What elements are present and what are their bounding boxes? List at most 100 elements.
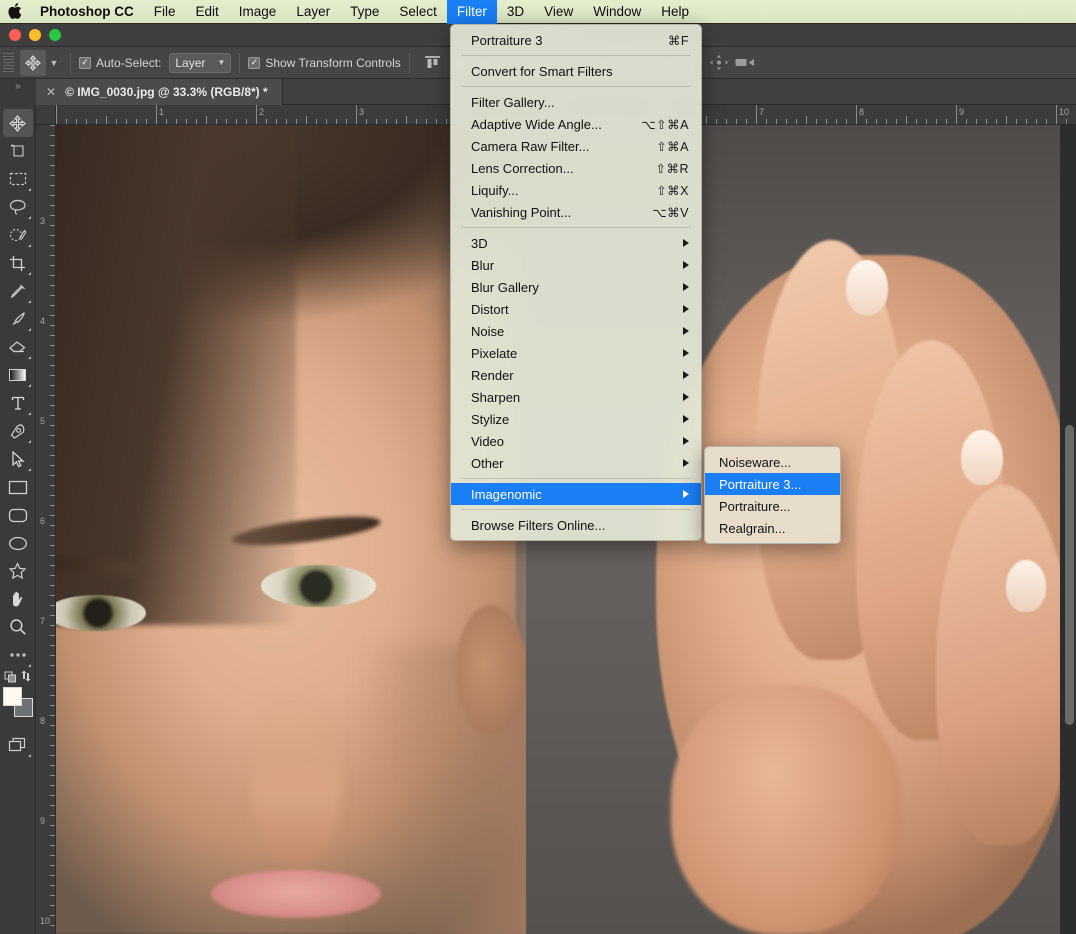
ellipse-tool[interactable] bbox=[3, 529, 33, 557]
ruler-tick bbox=[826, 119, 827, 124]
tools-panel[interactable] bbox=[0, 105, 36, 934]
ruler-label: 9 bbox=[959, 107, 965, 117]
menu-item-lens-correction[interactable]: Lens Correction... ⇧⌘R bbox=[451, 157, 701, 179]
ruler-tick bbox=[50, 205, 55, 206]
menu-item-liquify[interactable]: Liquify... ⇧⌘X bbox=[451, 179, 701, 201]
imagenomic-submenu[interactable]: Noiseware... Portraiture 3... Portraiture.… bbox=[704, 446, 841, 544]
ruler-label: 6 bbox=[40, 516, 46, 526]
menu-item-window[interactable]: Window bbox=[583, 0, 651, 24]
pen-tool[interactable] bbox=[3, 417, 33, 445]
move-tool[interactable] bbox=[2, 109, 33, 137]
menu-item-3d[interactable]: 3D bbox=[497, 0, 534, 24]
gradient-tool[interactable] bbox=[3, 361, 33, 389]
ruler-tick bbox=[50, 435, 55, 436]
quick-selection-tool[interactable] bbox=[3, 221, 33, 249]
menu-item-image[interactable]: Image bbox=[229, 0, 287, 24]
menu-item-filter[interactable]: Filter bbox=[446, 0, 497, 24]
custom-shape-tool[interactable] bbox=[3, 557, 33, 585]
menu-item-other[interactable]: Other bbox=[451, 452, 701, 474]
ruler-tick bbox=[50, 705, 55, 706]
menu-item-edit[interactable]: Edit bbox=[186, 0, 229, 24]
panel-expand-toggle[interactable]: » bbox=[0, 79, 36, 105]
brush-tool[interactable] bbox=[3, 305, 33, 333]
submenu-item-noiseware[interactable]: Noiseware... bbox=[705, 451, 840, 473]
menu-item-help[interactable]: Help bbox=[651, 0, 699, 24]
menu-item-noise[interactable]: Noise bbox=[451, 320, 701, 342]
apple-logo-icon[interactable] bbox=[0, 2, 30, 21]
3d-scale-icon[interactable] bbox=[732, 51, 758, 75]
screen-mode-tool[interactable] bbox=[3, 731, 33, 759]
3d-slide-icon[interactable] bbox=[706, 51, 732, 75]
nail-index bbox=[846, 260, 888, 315]
eyedropper-tool[interactable] bbox=[3, 277, 33, 305]
menu-item-filter-gallery[interactable]: Filter Gallery... bbox=[451, 91, 701, 113]
menu-item-stylize[interactable]: Stylize bbox=[451, 408, 701, 430]
ruler-label: 8 bbox=[40, 716, 46, 726]
flyout-triangle bbox=[27, 188, 31, 191]
menu-item-layer[interactable]: Layer bbox=[286, 0, 340, 24]
path-selection-tool[interactable] bbox=[3, 445, 33, 473]
hand-tool[interactable] bbox=[3, 585, 33, 613]
menu-item-browse-filters-online[interactable]: Browse Filters Online... bbox=[451, 514, 701, 536]
menu-item-file[interactable]: File bbox=[144, 0, 186, 24]
ruler-tick bbox=[866, 119, 867, 124]
auto-select-scope-dropdown[interactable]: Layer ▼ bbox=[169, 52, 232, 73]
rectangle-tool[interactable] bbox=[3, 473, 33, 501]
menu-item-sharpen[interactable]: Sharpen bbox=[451, 386, 701, 408]
align-top-button[interactable] bbox=[420, 51, 446, 75]
document-tab[interactable]: ✕ © IMG_0030.jpg @ 33.3% (RGB/8*) * bbox=[36, 79, 283, 105]
zoom-tool[interactable] bbox=[3, 613, 33, 641]
menu-item-portraiture-3[interactable]: Portraiture 3 ⌘F bbox=[451, 29, 701, 51]
menu-item-view[interactable]: View bbox=[534, 0, 583, 24]
crop-tool[interactable] bbox=[3, 249, 33, 277]
ruler-tick bbox=[896, 119, 897, 124]
submenu-item-label: Portraiture... bbox=[719, 498, 791, 514]
menu-item-distort[interactable]: Distort bbox=[451, 298, 701, 320]
options-bar-grip[interactable] bbox=[3, 52, 14, 73]
menu-item-3d[interactable]: 3D bbox=[451, 232, 701, 254]
zoom-button[interactable] bbox=[49, 29, 61, 41]
minimize-button[interactable] bbox=[29, 29, 41, 41]
vertical-ruler[interactable]: 3 4 5 6 7 8 9 10 bbox=[36, 125, 56, 934]
foreground-color-swatch[interactable] bbox=[2, 687, 22, 706]
menu-item-adaptive-wide-angle[interactable]: Adaptive Wide Angle... ⌥⇧⌘A bbox=[451, 113, 701, 135]
submenu-item-realgrain[interactable]: Realgrain... bbox=[705, 517, 840, 539]
menu-item-vanishing-point[interactable]: Vanishing Point... ⌥⌘V bbox=[451, 201, 701, 223]
lasso-tool[interactable] bbox=[3, 193, 33, 221]
menu-item-select[interactable]: Select bbox=[389, 0, 447, 24]
menu-item-imagenomic[interactable]: Imagenomic bbox=[451, 483, 701, 505]
submenu-item-portraiture-3[interactable]: Portraiture 3... bbox=[705, 473, 840, 495]
menu-item-video[interactable]: Video bbox=[451, 430, 701, 452]
submenu-item-portraiture[interactable]: Portraiture... bbox=[705, 495, 840, 517]
type-tool[interactable] bbox=[3, 389, 33, 417]
eraser-tool[interactable] bbox=[3, 333, 33, 361]
artboard-tool[interactable] bbox=[3, 137, 33, 165]
menu-item-blur[interactable]: Blur bbox=[451, 254, 701, 276]
menu-item-pixelate[interactable]: Pixelate bbox=[451, 342, 701, 364]
rounded-rectangle-tool[interactable] bbox=[3, 501, 33, 529]
close-button[interactable] bbox=[9, 29, 21, 41]
current-tool-icon[interactable] bbox=[20, 49, 46, 76]
menu-item-camera-raw-filter[interactable]: Camera Raw Filter... ⇧⌘A bbox=[451, 135, 701, 157]
auto-select-checkbox[interactable]: ✓ bbox=[79, 56, 91, 69]
auto-select-group[interactable]: ✓ Auto-Select: Layer ▼ bbox=[79, 52, 232, 73]
show-transform-group[interactable]: ✓ Show Transform Controls bbox=[248, 56, 401, 70]
menu-item-type[interactable]: Type bbox=[340, 0, 389, 24]
tool-preset-chevron-down-icon[interactable]: ▼ bbox=[46, 58, 62, 68]
flyout-triangle bbox=[27, 356, 31, 359]
close-icon[interactable]: ✕ bbox=[46, 86, 56, 98]
color-controls-row[interactable] bbox=[3, 669, 33, 683]
show-transform-checkbox[interactable]: ✓ bbox=[248, 56, 261, 69]
ruler-tick bbox=[50, 915, 55, 916]
edit-toolbar-tool[interactable] bbox=[3, 641, 33, 669]
menu-item-blur-gallery[interactable]: Blur Gallery bbox=[451, 276, 701, 298]
menu-item-app-name[interactable]: Photoshop CC bbox=[30, 0, 144, 24]
color-swatches[interactable] bbox=[2, 687, 33, 717]
marquee-tool[interactable] bbox=[3, 165, 33, 193]
filter-dropdown-menu[interactable]: Portraiture 3 ⌘F Convert for Smart Filters… bbox=[450, 24, 702, 541]
ruler-tick bbox=[716, 119, 717, 124]
menu-item-convert-for-smart-filters[interactable]: Convert for Smart Filters bbox=[451, 60, 701, 82]
vertical-scrollbar[interactable] bbox=[1065, 425, 1074, 725]
menu-item-render[interactable]: Render bbox=[451, 364, 701, 386]
window-controls[interactable] bbox=[0, 29, 61, 41]
